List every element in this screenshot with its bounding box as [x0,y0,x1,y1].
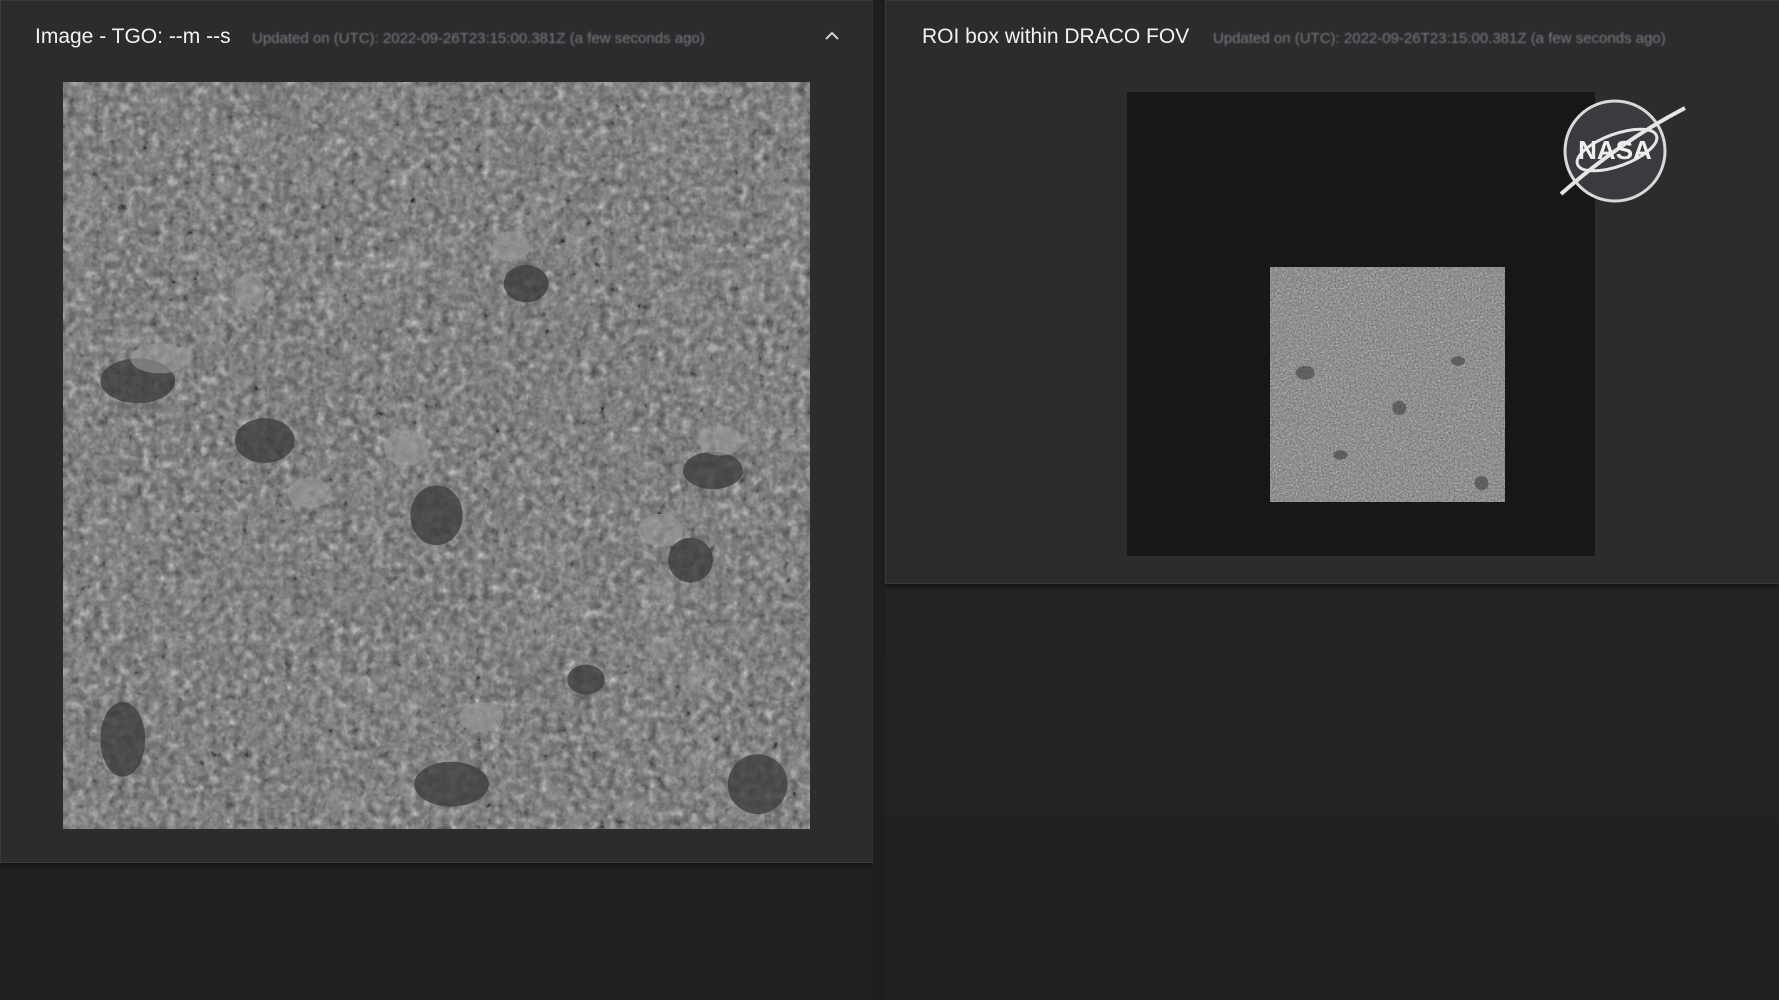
image-panel-header: Image - TGO: --m --s Updated on (UTC): 2… [1,1,874,73]
roi-terrain-graphic [1270,267,1505,502]
asteroid-surface-image [63,82,810,829]
roi-panel-updated-timestamp: Updated on (UTC): 2022-09-26T23:15:00.38… [1213,30,1666,47]
nasa-logo-text: NASA [1578,135,1652,165]
image-panel-title: Image - TGO: --m --s [35,25,231,48]
roi-panel-title: ROI box within DRACO FOV [922,25,1190,48]
panel-divider [873,0,885,1000]
nasa-meatball-icon: NASA [1559,99,1686,203]
roi-box-image [1270,267,1505,502]
nasa-logo: NASA [1555,94,1689,206]
image-panel-updated-timestamp: Updated on (UTC): 2022-09-26T23:15:00.38… [252,30,705,47]
chevron-up-icon [825,31,839,40]
collapse-button[interactable] [819,23,845,49]
asteroid-terrain-graphic [63,82,810,829]
roi-panel-header: ROI box within DRACO FOV Updated on (UTC… [886,1,1779,73]
